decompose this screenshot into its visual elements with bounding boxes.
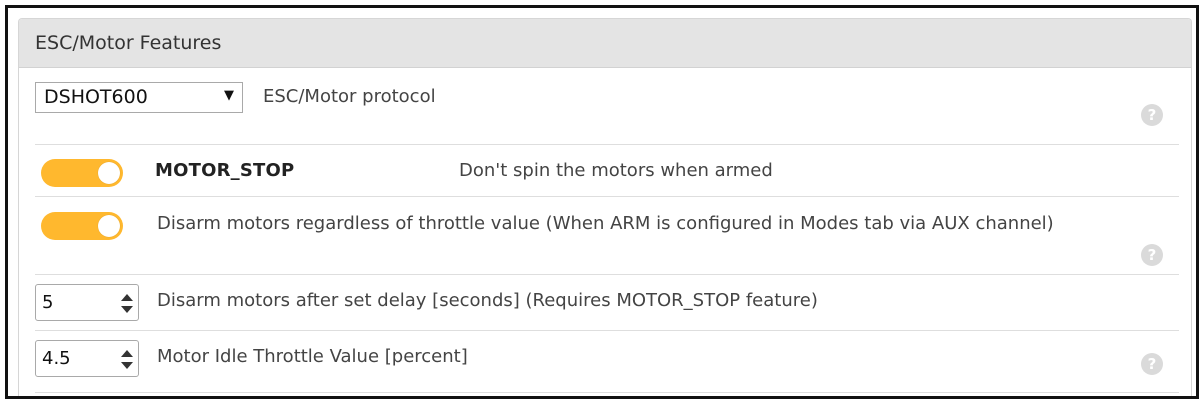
feature-name-motor-stop: MOTOR_STOP <box>155 160 295 181</box>
feature-row-disarm: Disarm motors regardless of throttle val… <box>35 196 1179 275</box>
protocol-select[interactable]: DSHOT600 ▼ <box>35 82 243 113</box>
protocol-row: DSHOT600 ▼ ESC/Motor protocol ? <box>35 68 1179 145</box>
decrement-arrow-icon[interactable] <box>121 306 133 313</box>
esc-motor-features-panel: ESC/Motor Features DSHOT600 ▼ ESC/Motor … <box>18 18 1192 396</box>
feature-description-motor-stop: Don't spin the motors when armed <box>459 160 773 181</box>
idle-throttle-value: 4.5 <box>42 348 71 369</box>
window-frame: ESC/Motor Features DSHOT600 ▼ ESC/Motor … <box>5 5 1199 399</box>
disarm-delay-label: Disarm motors after set delay [seconds] … <box>157 290 818 311</box>
help-icon[interactable]: ? <box>1141 353 1163 375</box>
toggle-knob <box>98 215 120 237</box>
toggle-knob <box>98 162 120 184</box>
help-icon[interactable]: ? <box>1141 244 1163 266</box>
chevron-down-icon: ▼ <box>224 88 234 103</box>
motor-stop-toggle[interactable] <box>41 159 123 187</box>
increment-arrow-icon[interactable] <box>121 294 133 301</box>
idle-throttle-label: Motor Idle Throttle Value [percent] <box>157 346 468 367</box>
protocol-label: ESC/Motor protocol <box>263 86 436 107</box>
idle-throttle-stepper[interactable]: 4.5 <box>35 340 139 377</box>
protocol-selected-value: DSHOT600 <box>44 86 148 108</box>
disarm-delay-row: 5 Disarm motors after set delay [seconds… <box>35 274 1179 331</box>
feature-description-disarm: Disarm motors regardless of throttle val… <box>157 213 1054 234</box>
increment-arrow-icon[interactable] <box>121 350 133 357</box>
disarm-toggle[interactable] <box>41 212 123 240</box>
idle-throttle-row: 4.5 Motor Idle Throttle Value [percent] … <box>35 330 1179 393</box>
decrement-arrow-icon[interactable] <box>121 362 133 369</box>
panel-title: ESC/Motor Features <box>19 19 1191 68</box>
disarm-delay-value: 5 <box>42 292 54 313</box>
help-icon[interactable]: ? <box>1141 104 1163 126</box>
disarm-delay-stepper[interactable]: 5 <box>35 284 139 321</box>
feature-row-motor-stop: MOTOR_STOP Don't spin the motors when ar… <box>35 144 1179 197</box>
